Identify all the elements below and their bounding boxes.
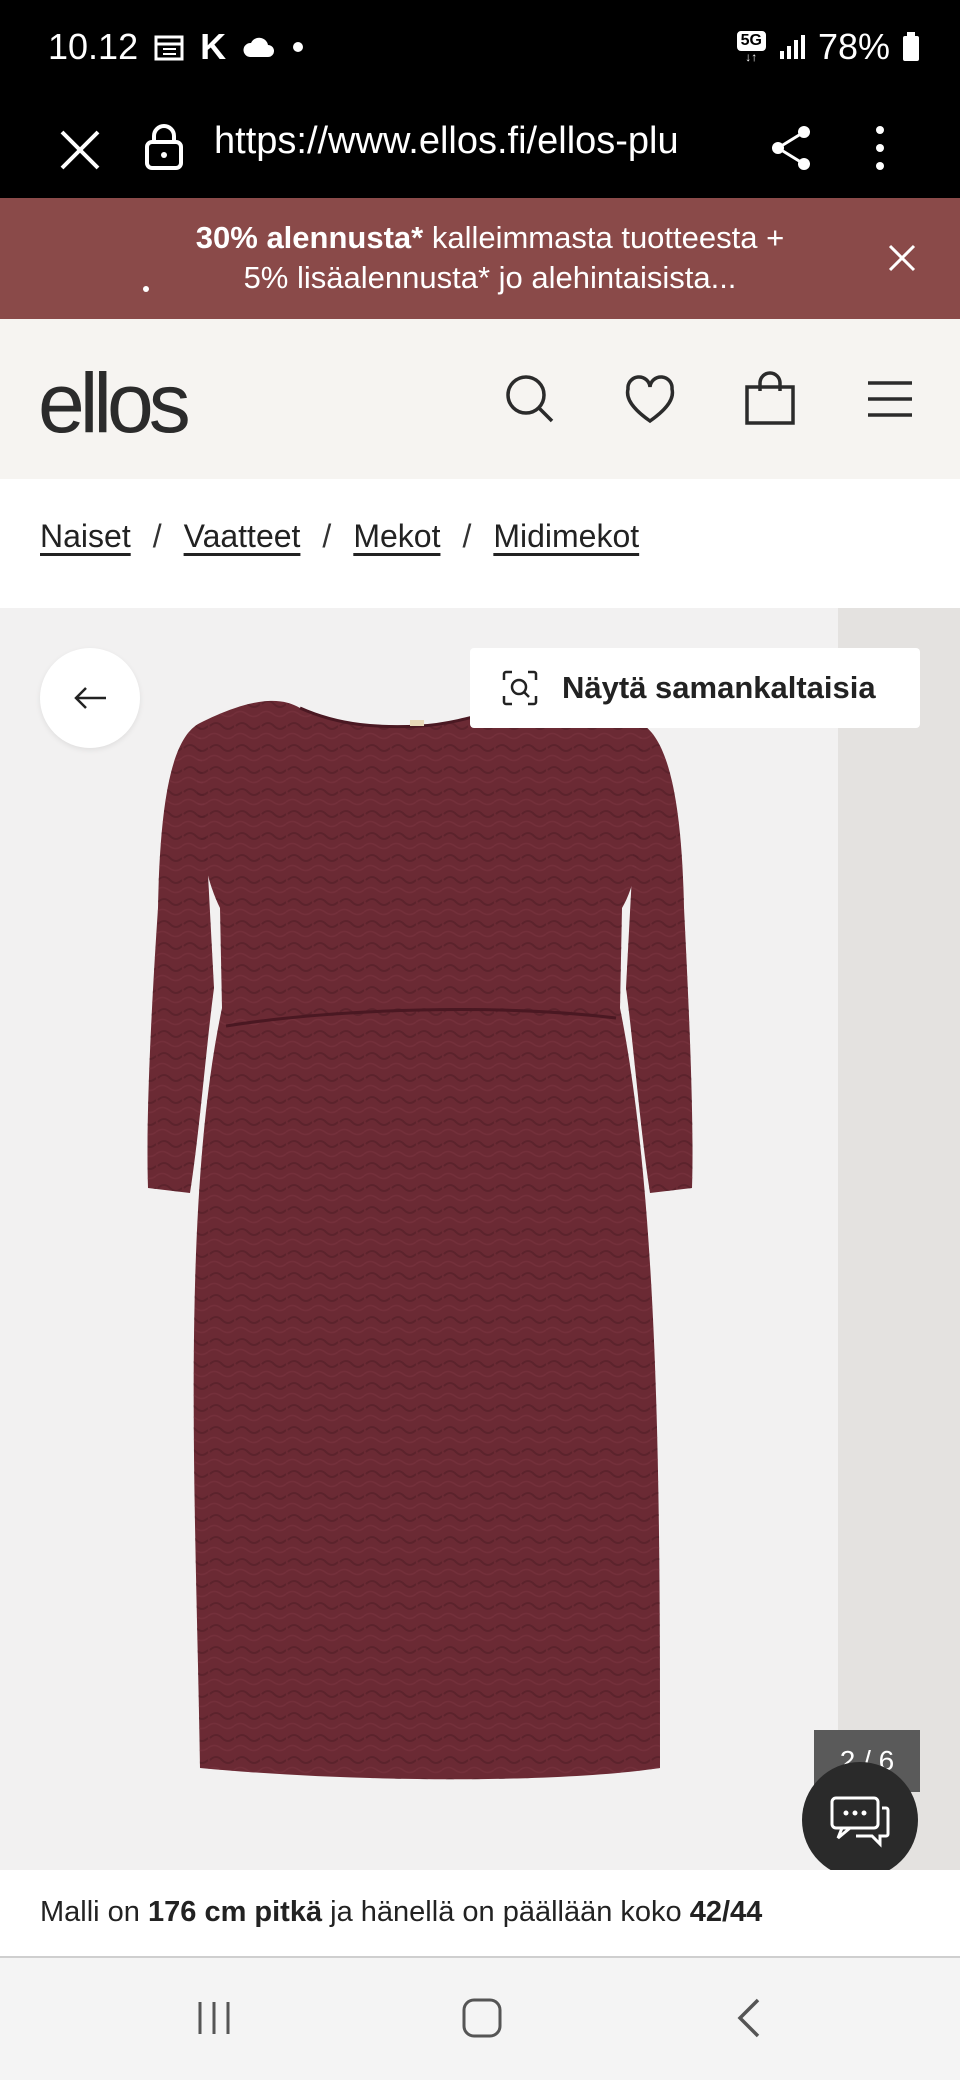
site-header: ellos <box>0 319 960 479</box>
back-arrow-button[interactable] <box>40 648 140 748</box>
status-bar: 10.12 K 5G ↓↑ 78% <box>0 0 960 98</box>
breadcrumb: Naiset / Vaatteet / Mekot / Midimekot <box>40 518 639 555</box>
back-nav-icon[interactable] <box>720 1988 780 2048</box>
url-text[interactable]: https://www.ellos.fi/ellos-plu <box>214 120 734 163</box>
breadcrumb-naiset[interactable]: Naiset <box>40 518 131 555</box>
promo-close-icon[interactable] <box>880 236 924 280</box>
product-image-dress[interactable] <box>0 608 960 1870</box>
carrier-icon: K <box>200 26 227 67</box>
shopping-bag-icon[interactable] <box>740 369 800 429</box>
product-image-gallery[interactable]: Näytä samankaltaisia 2 / 6 <box>0 608 960 1870</box>
promo-bold: 30% alennusta* <box>195 220 424 255</box>
model-info: Malli on 176 cm pitkä ja hänellä on pääl… <box>0 1870 960 1958</box>
search-icon[interactable] <box>500 369 560 429</box>
breadcrumb-midimekot[interactable]: Midimekot <box>493 518 639 555</box>
visual-search-icon <box>502 670 538 706</box>
promo-text-1: kalleimmasta tuotteesta + <box>423 220 785 255</box>
model-size: 42/44 <box>689 1896 763 1928</box>
signal-icon <box>778 33 806 61</box>
menu-icon[interactable] <box>860 369 920 429</box>
status-time: 10.12 <box>48 26 139 67</box>
show-similar-button[interactable]: Näytä samankaltaisia <box>470 648 920 728</box>
browser-url-bar: https://www.ellos.fi/ellos-plu <box>0 98 960 198</box>
model-height: 176 cm pitkä <box>148 1896 323 1928</box>
ellos-logo[interactable]: ellos <box>38 355 191 452</box>
cloud-icon <box>242 35 276 59</box>
calendar-icon <box>154 33 184 61</box>
show-similar-label: Näytä samankaltaisia <box>562 670 876 705</box>
heart-icon[interactable] <box>620 369 680 429</box>
arrow-left-icon <box>74 687 106 709</box>
network-5g-icon: 5G ↓↑ <box>736 31 766 63</box>
breadcrumb-separator: / <box>462 518 472 554</box>
more-options-icon[interactable] <box>860 118 900 178</box>
chat-button[interactable] <box>802 1762 918 1870</box>
promo-text-2: 5% lisäalennusta* jo alehintaisista... <box>243 260 737 295</box>
system-nav-bar <box>0 1958 960 2080</box>
breadcrumb-mekot[interactable]: Mekot <box>353 518 440 555</box>
battery-level: 78% <box>817 26 890 67</box>
promo-banner[interactable]: 30% alennusta* kalleimmasta tuotteesta +… <box>0 198 960 319</box>
close-tab-icon[interactable] <box>54 118 106 178</box>
breadcrumb-separator: / <box>152 518 162 554</box>
battery-icon <box>902 32 920 62</box>
breadcrumb-vaatteet[interactable]: Vaatteet <box>184 518 301 555</box>
share-icon[interactable] <box>764 118 818 178</box>
recent-apps-icon[interactable] <box>184 1988 244 2048</box>
breadcrumb-separator: / <box>322 518 332 554</box>
chat-icon <box>830 1796 890 1848</box>
lock-icon[interactable] <box>142 116 186 176</box>
home-icon[interactable] <box>452 1988 512 2048</box>
notification-dot-icon <box>292 41 304 53</box>
promo-dot-icon <box>142 280 150 298</box>
